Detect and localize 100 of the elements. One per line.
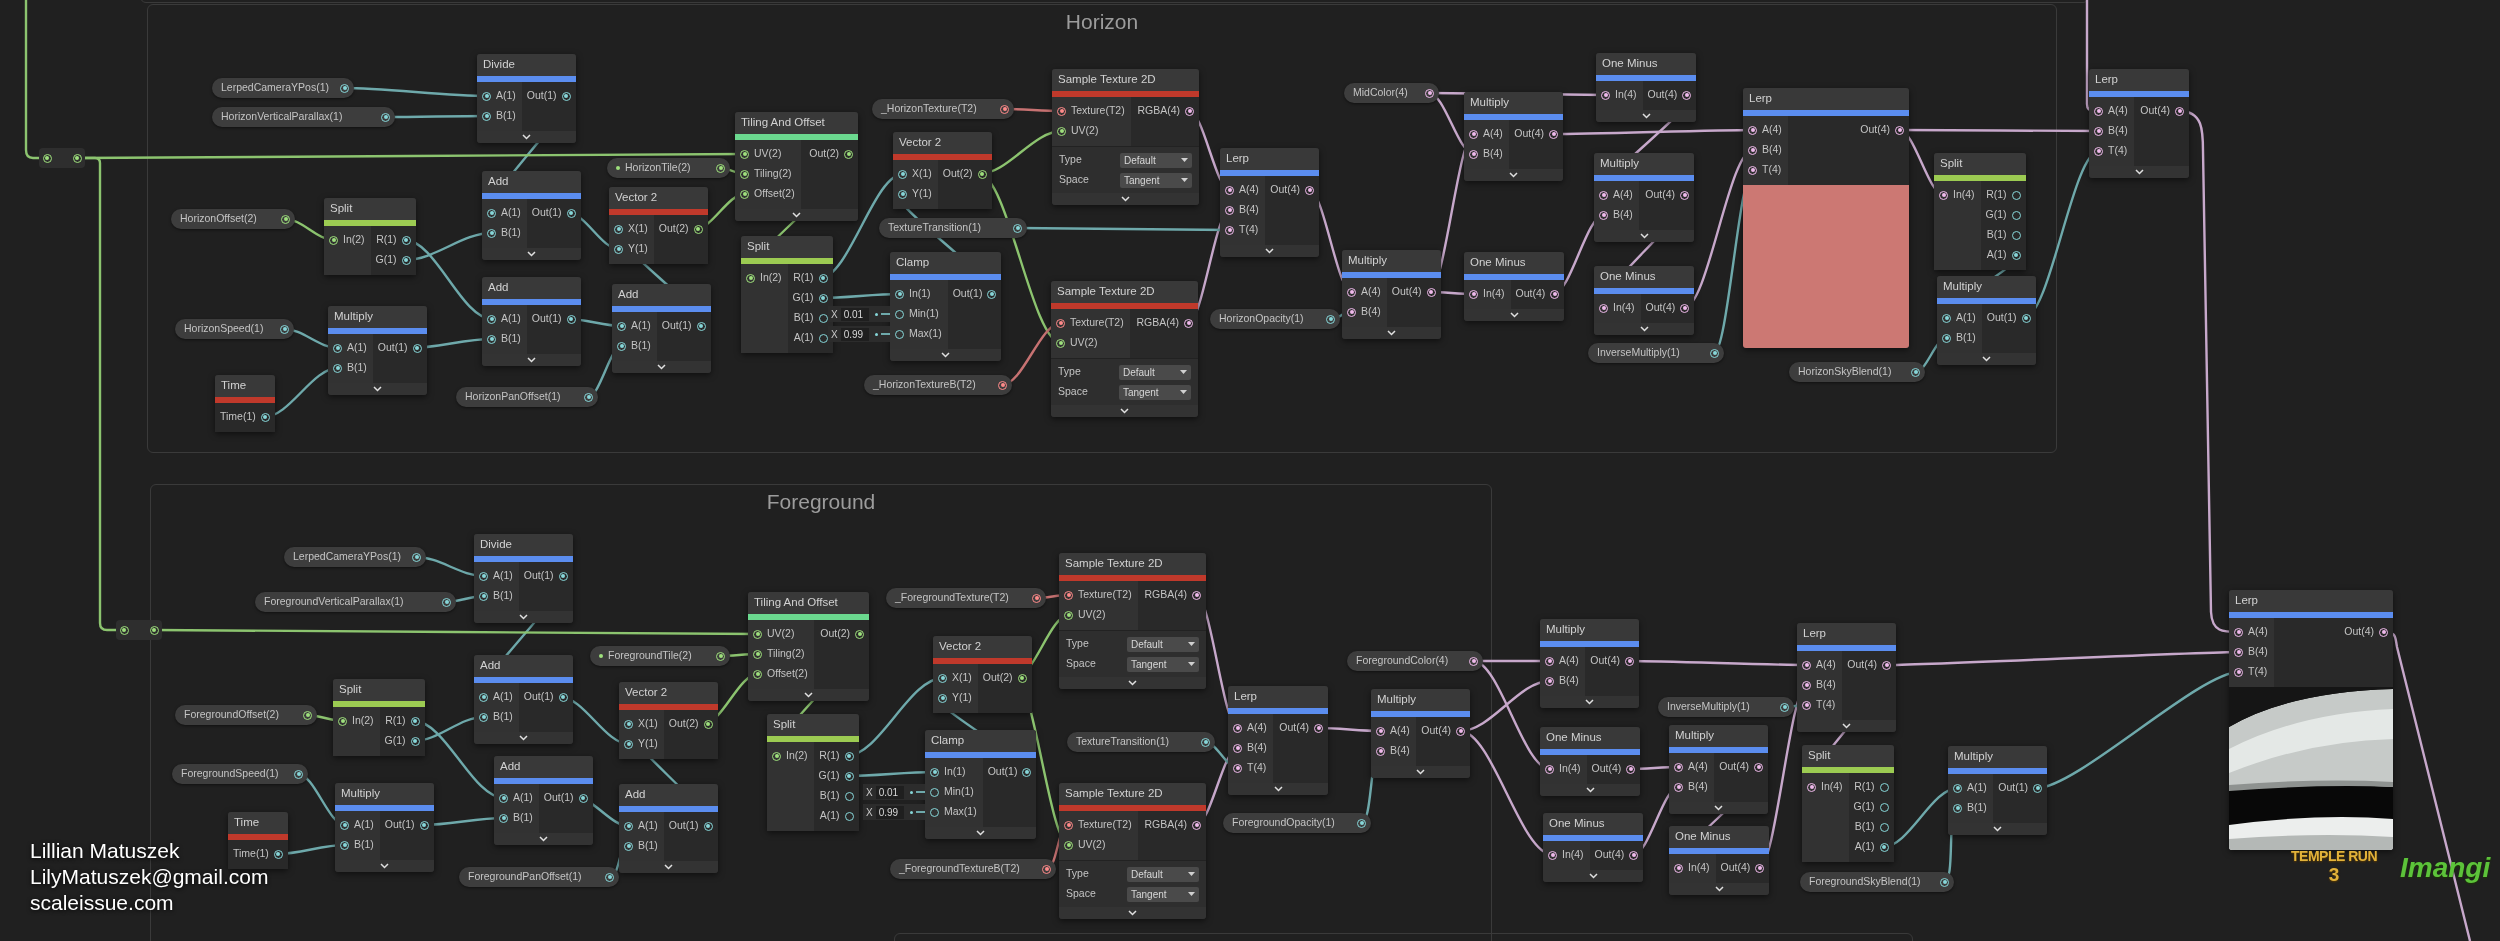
- property-node[interactable]: ForegroundTile(2): [590, 646, 730, 666]
- dropdown[interactable]: Default: [1127, 866, 1199, 882]
- shader-node[interactable]: Add A(1) B(1) Out(1): [494, 756, 593, 845]
- property-node[interactable]: HorizonSpeed(1): [175, 319, 294, 339]
- dropdown[interactable]: Default: [1120, 152, 1192, 168]
- property-node[interactable]: _HorizonTextureB(T2): [864, 375, 1012, 395]
- shader-node[interactable]: One Minus In(4) Out(4): [1540, 727, 1641, 796]
- shader-node[interactable]: Add A(1) B(1) Out(1): [482, 277, 581, 366]
- chevron-icon[interactable]: [372, 386, 382, 392]
- vector-field[interactable]: X 0.01: [863, 784, 925, 800]
- shader-node[interactable]: Vector 2 X(1) Y(1) Out(2): [893, 132, 992, 209]
- property-node[interactable]: ForegroundSkyBlend(1): [1800, 872, 1954, 892]
- shader-node[interactable]: Multiply A(1) B(1) Out(1): [328, 306, 427, 395]
- shader-node[interactable]: Vector 2 X(1) Y(1) Out(2): [619, 682, 718, 759]
- property-node[interactable]: LerpedCameraYPos(1): [284, 547, 426, 567]
- shader-node[interactable]: Split In(4) R(1) G(1) B(1) A(1): [1802, 745, 1894, 862]
- chevron-icon[interactable]: [538, 836, 548, 842]
- shader-node[interactable]: Split In(2) R(1) G(1): [333, 679, 425, 756]
- chevron-icon[interactable]: [663, 864, 673, 870]
- property-node[interactable]: _HorizonTexture(T2): [872, 99, 1014, 119]
- chevron-icon[interactable]: [1993, 826, 2002, 832]
- shader-node[interactable]: Tiling And Offset UV(2) Tiling(2) Offset(2) Out(2): [735, 112, 858, 221]
- property-node[interactable]: HorizonOpacity(1): [1210, 309, 1340, 329]
- shader-node[interactable]: Divide A(1) B(1) Out(1): [477, 54, 576, 143]
- shader-node[interactable]: Lerp A(4) B(4) T(4) Out(4): [2089, 69, 2189, 178]
- property-node[interactable]: ForegroundPanOffset(1): [459, 867, 619, 887]
- chevron-icon[interactable]: [1509, 312, 1519, 318]
- shader-node[interactable]: Sample Texture 2D Texture(T2) UV(2) RGBA(4) Type Default Space Tangent: [1051, 281, 1198, 417]
- shader-node[interactable]: Time Time(1): [215, 375, 275, 432]
- chevron-icon[interactable]: [1842, 723, 1851, 729]
- property-node[interactable]: ForegroundVerticalParallax(1): [255, 592, 456, 612]
- property-node[interactable]: InverseMultiply(1): [1588, 343, 1724, 363]
- chevron-icon[interactable]: [1128, 680, 1137, 686]
- property-node[interactable]: ForegroundColor(4): [1347, 651, 1483, 671]
- shader-node[interactable]: Multiply A(4) B(4) Out(4): [1594, 153, 1694, 242]
- property-node[interactable]: LerpedCameraYPos(1): [212, 78, 354, 98]
- chevron-icon[interactable]: [1981, 356, 1991, 362]
- shader-node[interactable]: Multiply A(1) B(1) Out(1): [335, 783, 434, 872]
- chevron-icon[interactable]: [379, 863, 389, 869]
- chevron-icon[interactable]: [1585, 699, 1594, 705]
- shader-node[interactable]: Multiply A(4) B(4) Out(4): [1464, 92, 1563, 181]
- shader-node[interactable]: Add A(1) B(1) Out(1): [482, 171, 581, 260]
- shader-node[interactable]: Lerp A(4) B(4) T(4) Out(4): [1228, 686, 1328, 795]
- number-field[interactable]: 0.99: [875, 805, 904, 819]
- shader-node[interactable]: One Minus In(4) Out(4): [1594, 266, 1695, 335]
- number-field[interactable]: 0.01: [840, 307, 869, 321]
- shader-node[interactable]: Sample Texture 2D Texture(T2) UV(2) RGBA(4) Type Default Space Tangent: [1059, 783, 1206, 919]
- shader-node[interactable]: Split In(2) R(1) G(1): [324, 198, 416, 275]
- chevron-icon[interactable]: [1386, 330, 1396, 336]
- property-node[interactable]: ForegroundOpacity(1): [1223, 813, 1371, 833]
- property-node[interactable]: HorizonSkyBlend(1): [1789, 362, 1925, 382]
- shader-node[interactable]: One Minus In(4) Out(4): [1596, 53, 1697, 122]
- shader-node[interactable]: Lerp A(4) B(4) T(4) Out(4): [2229, 590, 2393, 850]
- chevron-icon[interactable]: [2134, 169, 2144, 175]
- property-node[interactable]: HorizonVerticalParallax(1): [212, 107, 395, 127]
- dropdown[interactable]: Default: [1119, 364, 1191, 380]
- chevron-icon[interactable]: [1416, 769, 1425, 775]
- property-node[interactable]: MidColor(4): [1344, 83, 1439, 103]
- shader-node[interactable]: One Minus In(4) Out(4): [1669, 826, 1770, 895]
- dropdown[interactable]: Tangent: [1119, 384, 1191, 400]
- chevron-icon[interactable]: [1588, 873, 1598, 879]
- dropdown[interactable]: Tangent: [1127, 886, 1199, 902]
- chevron-icon[interactable]: [1120, 408, 1129, 414]
- chevron-icon[interactable]: [941, 352, 951, 358]
- shader-node[interactable]: Clamp In(1) Min(1) Max(1) Out(1): [925, 730, 1037, 839]
- shader-node[interactable]: Multiply A(1) B(1) Out(1): [1937, 276, 2036, 365]
- property-node[interactable]: HorizonOffset(2): [171, 209, 295, 229]
- vector-field[interactable]: X 0.99: [863, 804, 925, 820]
- property-node[interactable]: TextureTransition(1): [1067, 732, 1215, 752]
- chevron-icon[interactable]: [1128, 910, 1137, 916]
- shader-node[interactable]: Split In(2) R(1) G(1) B(1) A(1): [767, 714, 859, 831]
- number-field[interactable]: 0.99: [840, 327, 869, 341]
- property-node[interactable]: HorizonTile(2): [607, 158, 730, 178]
- property-node[interactable]: _ForegroundTextureB(T2): [890, 859, 1056, 879]
- dropdown[interactable]: Default: [1127, 636, 1199, 652]
- chevron-icon[interactable]: [976, 830, 986, 836]
- property-node[interactable]: _ForegroundTexture(T2): [886, 588, 1046, 608]
- vector-field[interactable]: X 0.01: [828, 306, 890, 322]
- shader-node[interactable]: Clamp In(1) Min(1) Max(1) Out(1): [890, 252, 1002, 361]
- shader-node[interactable]: Time Time(1): [228, 812, 288, 869]
- chevron-icon[interactable]: [518, 735, 528, 741]
- shader-node[interactable]: Multiply A(4) B(4) Out(4): [1342, 250, 1441, 339]
- shader-node[interactable]: Tiling And Offset UV(2) Tiling(2) Offset(2) Out(2): [748, 592, 869, 701]
- shader-node[interactable]: Add A(1) B(1) Out(1): [474, 655, 573, 744]
- shader-node[interactable]: Multiply A(4) B(4) Out(4): [1540, 619, 1639, 708]
- chevron-icon[interactable]: [1509, 172, 1518, 178]
- chevron-icon[interactable]: [1265, 248, 1274, 254]
- property-node[interactable]: HorizonPanOffset(1): [456, 387, 598, 407]
- chevron-icon[interactable]: [526, 251, 536, 257]
- shader-node[interactable]: Multiply A(4) B(4) Out(4): [1371, 689, 1470, 778]
- shader-node[interactable]: Lerp A(4) B(4) T(4) Out(4): [1220, 148, 1319, 257]
- reroute-node[interactable]: [39, 148, 85, 168]
- shader-node[interactable]: Divide A(1) B(1) Out(1): [474, 534, 573, 623]
- property-node[interactable]: ForegroundSpeed(1): [172, 764, 308, 784]
- property-node[interactable]: TextureTransition(1): [879, 218, 1027, 238]
- shader-node[interactable]: Add A(1) B(1) Out(1): [612, 284, 711, 373]
- chevron-icon[interactable]: [526, 357, 536, 363]
- property-node[interactable]: ForegroundOffset(2): [175, 705, 317, 725]
- chevron-icon[interactable]: [1639, 326, 1649, 332]
- dropdown[interactable]: Tangent: [1120, 172, 1192, 188]
